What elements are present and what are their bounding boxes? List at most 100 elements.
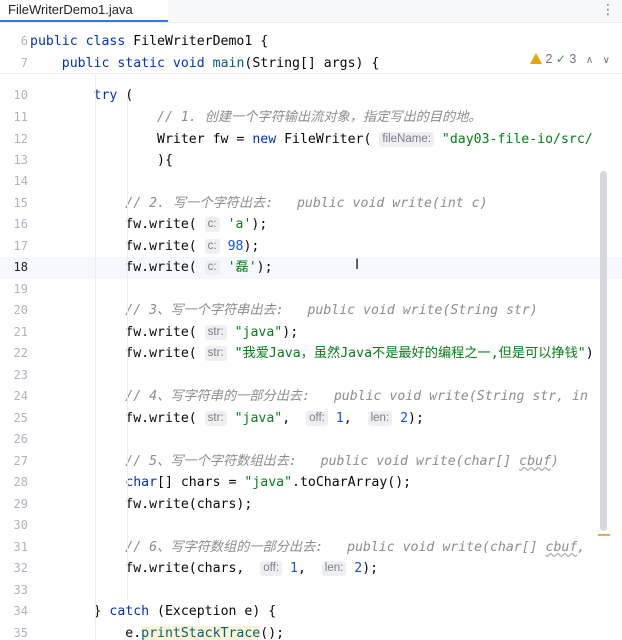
inspection-status[interactable]: 2 ✓ 3 ∧ ∨ bbox=[529, 52, 610, 70]
weak-warning-count: 3 bbox=[569, 52, 577, 66]
code-line[interactable]: 33 bbox=[0, 580, 622, 602]
line-number[interactable]: 21 bbox=[0, 322, 28, 344]
chevron-down-icon[interactable]: ∨ bbox=[603, 55, 610, 66]
code-line[interactable]: 26 bbox=[0, 429, 622, 451]
code-line[interactable]: 19 bbox=[0, 279, 622, 301]
line-number[interactable]: 29 bbox=[0, 494, 28, 516]
code-line[interactable]: 14 bbox=[0, 171, 622, 193]
code-token: ); bbox=[362, 561, 379, 576]
line-number[interactable]: 35 bbox=[0, 623, 28, 640]
line-number[interactable]: 25 bbox=[0, 408, 28, 430]
code-token: "我爱Java，虽然Java不是最好的编程之一,但是可以挣钱" bbox=[234, 346, 586, 361]
line-number[interactable]: 15 bbox=[0, 193, 28, 215]
code-token: 'a' bbox=[227, 217, 252, 232]
code-token: "day03-file-io/src/ bbox=[441, 132, 593, 147]
parameter-hint: len: bbox=[321, 561, 347, 576]
code-text: fw.write( str: "我爱Java，虽然Java不是最好的编程之一,但… bbox=[30, 343, 594, 365]
code-text: // 1. 创建一个字符输出流对象，指定写出的目的地。 bbox=[30, 107, 482, 129]
code-text: } catch (Exception e) { bbox=[30, 601, 277, 623]
warning-icon bbox=[529, 53, 542, 64]
line-number[interactable]: 18 bbox=[0, 257, 28, 279]
code-editor[interactable]: 6 public class FileWriterDemo1 {7 public … bbox=[0, 23, 622, 640]
line-number[interactable]: 12 bbox=[0, 129, 28, 151]
code-token: // 5、写一个字符数组出去: public void write(char[] bbox=[30, 454, 520, 469]
line-number[interactable]: 32 bbox=[0, 558, 28, 580]
vertical-scrollbar[interactable] bbox=[600, 171, 607, 531]
line-number[interactable]: 6 bbox=[0, 31, 28, 53]
parameter-hint: fileName: bbox=[379, 132, 434, 147]
code-token: , bbox=[282, 411, 307, 426]
code-line[interactable]: 24 // 4、写字符串的一部分出去: public void write(St… bbox=[0, 386, 622, 408]
code-token: .toCharArray(); bbox=[292, 475, 412, 490]
parameter-hint: off: bbox=[260, 561, 283, 576]
code-token: 98 bbox=[227, 239, 244, 254]
code-line[interactable]: 10 try ( bbox=[0, 85, 622, 107]
code-token: try bbox=[30, 88, 126, 103]
code-line[interactable]: 11 // 1. 创建一个字符输出流对象，指定写出的目的地。 bbox=[0, 107, 622, 129]
line-number[interactable]: 26 bbox=[0, 429, 28, 451]
code-text: // 2. 写一个字符出去: public void write(int c) bbox=[30, 193, 487, 215]
code-token: // 6、写字符数组的一部分出去: public void write(char… bbox=[30, 540, 546, 555]
code-text: char[] chars = "java".toCharArray(); bbox=[30, 472, 411, 494]
more-tabs-icon[interactable]: ⋮ bbox=[598, 0, 618, 22]
code-line[interactable]: 29 fw.write(chars); bbox=[0, 494, 622, 516]
line-number[interactable]: 33 bbox=[0, 580, 28, 602]
code-line[interactable]: 15 // 2. 写一个字符出去: public void write(int … bbox=[0, 193, 622, 215]
code-line[interactable]: 35 e.printStackTrace(); bbox=[0, 623, 622, 640]
code-line[interactable]: 7 public static void main(String[] args)… bbox=[0, 53, 622, 75]
line-number[interactable]: 23 bbox=[0, 365, 28, 387]
code-line[interactable]: 22 fw.write( str: "我爱Java，虽然Java不是最好的编程之… bbox=[0, 343, 622, 365]
code-line[interactable]: 16 fw.write( c: 'a'); bbox=[0, 214, 622, 236]
code-token: ){ bbox=[30, 153, 173, 168]
line-number[interactable]: 22 bbox=[0, 343, 28, 365]
line-number[interactable]: 28 bbox=[0, 472, 28, 494]
code-token: [] chars = bbox=[157, 475, 245, 490]
tab-filewriterdemo1[interactable]: FileWriterDemo1.java bbox=[0, 0, 168, 22]
editor-tab-bar: FileWriterDemo1.java ⋮ bbox=[0, 0, 622, 23]
code-token: 2 bbox=[400, 411, 409, 426]
line-number[interactable]: 10 bbox=[0, 85, 28, 107]
code-line[interactable]: 31 // 6、写字符数组的一部分出去: public void write(c… bbox=[0, 537, 622, 559]
line-number[interactable]: 34 bbox=[0, 601, 28, 623]
code-line[interactable]: 18 fw.write( c: '磊'); bbox=[0, 257, 622, 279]
code-token: (); bbox=[260, 626, 285, 640]
tab-label: FileWriterDemo1.java bbox=[8, 2, 133, 17]
code-line[interactable]: 27 // 5、写一个字符数组出去: public void write(cha… bbox=[0, 451, 622, 473]
line-number[interactable]: 24 bbox=[0, 386, 28, 408]
line-number[interactable]: 7 bbox=[0, 53, 28, 75]
code-line[interactable]: 6 public class FileWriterDemo1 { bbox=[0, 31, 622, 53]
line-number[interactable]: 19 bbox=[0, 279, 28, 301]
line-number[interactable]: 17 bbox=[0, 236, 28, 258]
code-token: (Exception e) { bbox=[157, 604, 277, 619]
code-token: char bbox=[30, 475, 158, 490]
line-number[interactable]: 27 bbox=[0, 451, 28, 473]
code-token: "java" bbox=[234, 411, 283, 426]
code-line[interactable]: 17 fw.write( c: 98); bbox=[0, 236, 622, 258]
code-line[interactable]: 21 fw.write( str: "java"); bbox=[0, 322, 622, 344]
line-number[interactable]: 16 bbox=[0, 214, 28, 236]
line-number[interactable]: 31 bbox=[0, 537, 28, 559]
indent-guide bbox=[127, 96, 128, 600]
code-line[interactable]: 13 ){ bbox=[0, 150, 622, 172]
code-token: fw.write( bbox=[30, 411, 205, 426]
code-token: // 4、写字符串的一部分出去: public void write(Strin… bbox=[30, 389, 588, 404]
chevron-up-icon[interactable]: ∧ bbox=[586, 55, 593, 66]
line-number[interactable]: 30 bbox=[0, 515, 28, 537]
code-line[interactable]: 23 bbox=[0, 365, 622, 387]
code-token: ); bbox=[243, 239, 260, 254]
code-token: cbuf bbox=[519, 454, 551, 469]
line-number[interactable]: 20 bbox=[0, 300, 28, 322]
code-line[interactable]: 34 } catch (Exception e) { bbox=[0, 601, 622, 623]
line-number[interactable]: 13 bbox=[0, 150, 28, 172]
code-line[interactable]: 28 char[] chars = "java".toCharArray(); bbox=[0, 472, 622, 494]
code-token: fw.write(chars); bbox=[30, 497, 253, 512]
code-line[interactable]: 20 // 3、写一个字符串出去: public void write(Stri… bbox=[0, 300, 622, 322]
line-number[interactable]: 14 bbox=[0, 171, 28, 193]
code-line[interactable]: 12 Writer fw = new FileWriter( fileName:… bbox=[0, 129, 622, 151]
line-number[interactable]: 11 bbox=[0, 107, 28, 129]
code-line[interactable]: 32 fw.write(chars, off: 1, len: 2); bbox=[0, 558, 622, 580]
code-line[interactable]: 30 bbox=[0, 515, 622, 537]
code-line[interactable]: 25 fw.write( str: "java", off: 1, len: 2… bbox=[0, 408, 622, 430]
